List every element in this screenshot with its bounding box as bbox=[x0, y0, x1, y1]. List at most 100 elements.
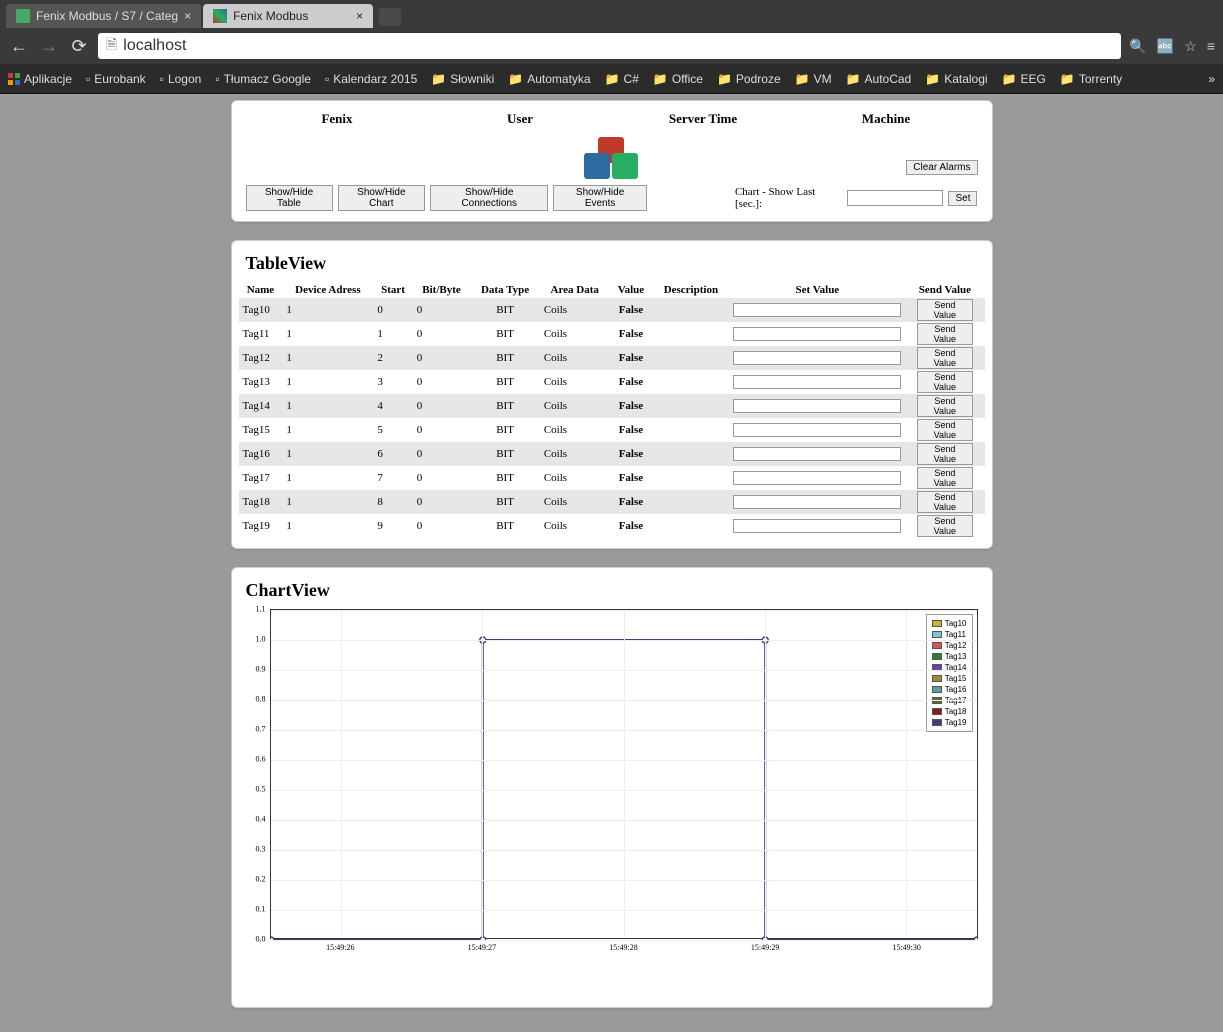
menu-icon[interactable]: ≡ bbox=[1207, 38, 1215, 55]
header-col-fenix: Fenix bbox=[246, 111, 429, 127]
bookmark-star-icon[interactable]: ☆ bbox=[1184, 38, 1197, 55]
header-col-user: User bbox=[429, 111, 612, 127]
folder-icon: 📁 bbox=[431, 72, 446, 86]
bookmark-item[interactable]: ▫Eurobank bbox=[86, 72, 146, 86]
y-tick: 0.7 bbox=[256, 725, 266, 734]
legend-item: Tag10 bbox=[932, 618, 967, 629]
legend-item: Tag19 bbox=[932, 717, 967, 728]
reload-button[interactable]: ⟳ bbox=[68, 36, 90, 57]
chart-area: 0.00.10.20.30.40.50.60.70.80.91.01.1 Tag… bbox=[246, 609, 978, 989]
close-icon[interactable]: × bbox=[356, 9, 363, 23]
set-value-input[interactable] bbox=[733, 399, 901, 413]
send-value-button[interactable]: Send Value bbox=[917, 299, 973, 321]
site-icon: ▫ bbox=[325, 72, 329, 86]
send-value-button[interactable]: Send Value bbox=[917, 347, 973, 369]
x-tick: 15:49:27 bbox=[468, 943, 496, 952]
bookmark-item[interactable]: 📁Katalogi bbox=[925, 72, 987, 86]
tab-title: Fenix Modbus / S7 / Categ bbox=[36, 9, 178, 23]
bookmark-item[interactable]: 📁Automatyka bbox=[508, 72, 590, 86]
apps-button[interactable]: Aplikacje bbox=[8, 72, 72, 86]
show-hide-table-button[interactable]: Show/Hide Table bbox=[246, 185, 333, 211]
y-tick: 0.1 bbox=[256, 905, 266, 914]
translate-icon[interactable]: 🔤 bbox=[1157, 38, 1174, 55]
bookmark-label: AutoCad bbox=[865, 72, 912, 86]
more-bookmarks-icon[interactable]: » bbox=[1208, 72, 1215, 86]
table-row: Tag14140BITCoilsFalseSend Value bbox=[239, 394, 985, 418]
x-tick: 15:49:28 bbox=[609, 943, 637, 952]
show-hide-chart-button[interactable]: Show/Hide Chart bbox=[338, 185, 426, 211]
browser-tab-active[interactable]: Fenix Modbus × bbox=[203, 4, 373, 28]
back-button[interactable]: ← bbox=[8, 36, 30, 57]
folder-icon: 📁 bbox=[508, 72, 523, 86]
table-header: Device Adress bbox=[282, 282, 373, 298]
header-panel: Fenix User Server Time Machine Clear Ala… bbox=[231, 100, 993, 222]
y-tick: 1.1 bbox=[256, 605, 266, 614]
set-button[interactable]: Set bbox=[948, 191, 977, 206]
send-value-button[interactable]: Send Value bbox=[917, 371, 973, 393]
send-value-button[interactable]: Send Value bbox=[917, 467, 973, 489]
bookmark-item[interactable]: 📁 Słowniki bbox=[431, 72, 494, 86]
send-value-button[interactable]: Send Value bbox=[917, 395, 973, 417]
legend-swatch-icon bbox=[932, 631, 942, 638]
folder-icon: 📁 bbox=[795, 72, 810, 86]
folder-icon: 📁 bbox=[1060, 72, 1075, 86]
legend-item: Tag16 bbox=[932, 684, 967, 695]
bookmark-item[interactable]: 📁Torrenty bbox=[1060, 72, 1122, 86]
bookmark-item[interactable]: ▫Logon bbox=[160, 72, 202, 86]
bookmark-item[interactable]: 📁Podroze bbox=[717, 72, 781, 86]
bookmark-item[interactable]: 📁C# bbox=[605, 72, 639, 86]
chart-last-input[interactable] bbox=[847, 190, 943, 206]
site-icon: ▫ bbox=[215, 72, 219, 86]
bookmark-item[interactable]: ▫Kalendarz 2015 bbox=[325, 72, 417, 86]
bookmark-label: Słowniki bbox=[450, 72, 494, 86]
site-icon: ▫ bbox=[86, 72, 90, 86]
table-header: Data Type bbox=[470, 282, 540, 298]
zoom-icon[interactable]: 🔍 bbox=[1129, 38, 1146, 55]
set-value-input[interactable] bbox=[733, 471, 901, 485]
table-row: Tag10100BITCoilsFalseSend Value bbox=[239, 298, 985, 322]
bookmark-item[interactable]: 📁Office bbox=[653, 72, 703, 86]
bookmark-item[interactable]: 📁VM bbox=[795, 72, 832, 86]
bookmark-item[interactable]: ▫Tłumacz Google bbox=[215, 72, 311, 86]
table-row: Tag18180BITCoilsFalseSend Value bbox=[239, 490, 985, 514]
send-value-button[interactable]: Send Value bbox=[917, 443, 973, 465]
set-value-input[interactable] bbox=[733, 351, 901, 365]
forward-button[interactable]: → bbox=[38, 36, 60, 57]
set-value-input[interactable] bbox=[733, 495, 901, 509]
legend-swatch-icon bbox=[932, 708, 942, 715]
chart-panel: ChartView 0.00.10.20.30.40.50.60.70.80.9… bbox=[231, 567, 993, 1008]
set-value-input[interactable] bbox=[733, 519, 901, 533]
clear-alarms-button[interactable]: Clear Alarms bbox=[906, 160, 977, 175]
apps-icon bbox=[8, 73, 20, 85]
legend-item: Tag18 bbox=[932, 706, 967, 717]
set-value-input[interactable] bbox=[733, 303, 901, 317]
set-value-input[interactable] bbox=[733, 327, 901, 341]
url-bar[interactable]: 🗎 localhost bbox=[98, 33, 1121, 59]
close-icon[interactable]: × bbox=[184, 9, 191, 23]
table-header: Description bbox=[652, 282, 729, 298]
set-value-input[interactable] bbox=[733, 423, 901, 437]
send-value-button[interactable]: Send Value bbox=[917, 323, 973, 345]
bookmark-label: C# bbox=[624, 72, 639, 86]
set-value-input[interactable] bbox=[733, 375, 901, 389]
show-hide-connections-button[interactable]: Show/Hide Connections bbox=[430, 185, 548, 211]
show-hide-events-button[interactable]: Show/Hide Events bbox=[553, 185, 647, 211]
y-tick: 0.9 bbox=[256, 665, 266, 674]
table-header: Send Value bbox=[905, 282, 984, 298]
fenix-logo-icon bbox=[582, 133, 642, 179]
url-text: localhost bbox=[123, 37, 186, 55]
set-value-input[interactable] bbox=[733, 447, 901, 461]
chart-plot[interactable]: Tag10Tag11Tag12Tag13Tag14Tag15Tag16Tag17… bbox=[270, 609, 978, 939]
header-col-servertime: Server Time bbox=[612, 111, 795, 127]
bookmark-item[interactable]: 📁AutoCad bbox=[846, 72, 912, 86]
send-value-button[interactable]: Send Value bbox=[917, 491, 973, 513]
x-tick: 15:49:30 bbox=[892, 943, 920, 952]
browser-tab[interactable]: Fenix Modbus / S7 / Categ × bbox=[6, 4, 201, 28]
send-value-button[interactable]: Send Value bbox=[917, 419, 973, 441]
table-header: Start bbox=[373, 282, 412, 298]
bookmark-item[interactable]: 📁EEG bbox=[1002, 72, 1046, 86]
send-value-button[interactable]: Send Value bbox=[917, 515, 973, 537]
new-tab-button[interactable] bbox=[379, 8, 401, 26]
legend-swatch-icon bbox=[932, 686, 942, 693]
legend-swatch-icon bbox=[932, 675, 942, 682]
